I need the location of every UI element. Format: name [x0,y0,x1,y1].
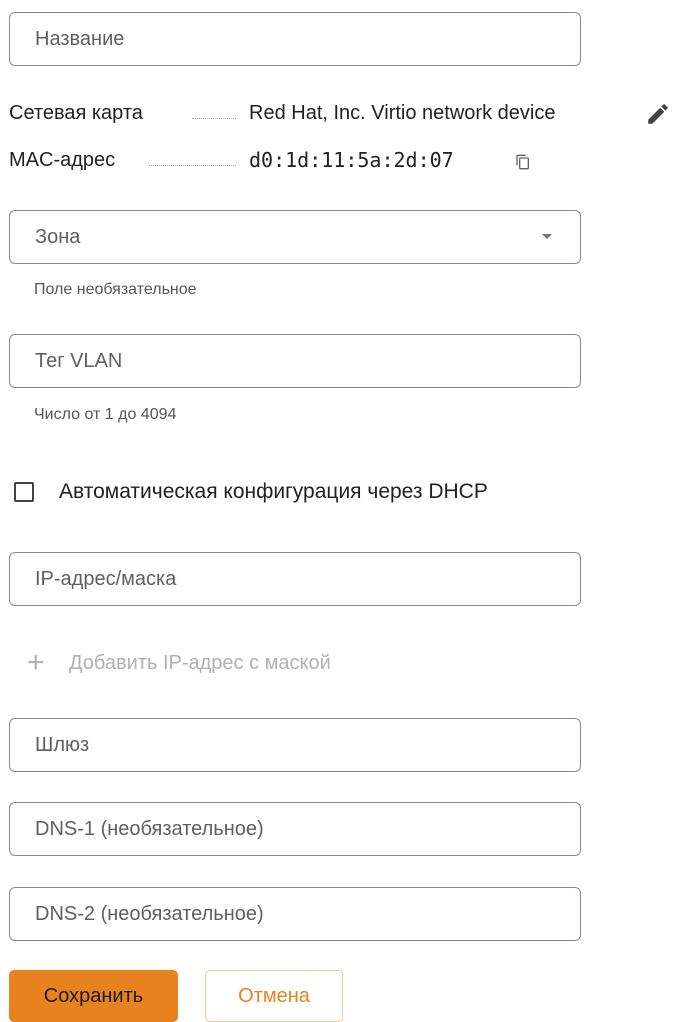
add-ip-label: Добавить IP-адрес с маской [69,652,331,674]
dhcp-checkbox-label[interactable]: Автоматическая конфигурация через DHCP [59,478,488,506]
copy-icon[interactable] [515,154,531,170]
network-card-label: Сетевая карта [9,102,143,124]
dns2-field-container [9,887,581,941]
dotted-leader [192,118,236,119]
dhcp-checkbox[interactable] [14,482,34,502]
pencil-icon[interactable] [645,101,671,127]
name-field-container [9,12,581,66]
dns1-field-container [9,802,581,856]
dhcp-checkbox-row[interactable]: Автоматическая конфигурация через DHCP [14,478,614,508]
add-ip-button[interactable]: + Добавить IP-адрес с маской [27,648,447,678]
gateway-input[interactable] [10,719,580,771]
dns2-input[interactable] [10,888,580,940]
mac-value: d0:1d:11:5a:2d:07 [249,148,454,172]
chevron-down-icon[interactable] [542,234,552,239]
cancel-button[interactable]: Отмена [205,970,343,1022]
zone-select[interactable] [9,210,581,264]
ip-mask-input[interactable] [10,553,580,605]
vlan-input[interactable] [10,335,580,387]
zone-input[interactable] [10,211,580,263]
mac-row: MAC-адрес d0:1d:11:5a:2d:07 [9,143,674,177]
zone-helper-text: Поле необязательное [34,281,197,298]
gateway-field-container [9,718,581,772]
vlan-helper-text: Число от 1 до 4094 [34,406,177,423]
network-card-row: Сетевая карта Red Hat, Inc. Virtio netwo… [9,96,674,130]
dotted-leader [149,165,236,166]
mac-label: MAC-адрес [9,149,116,171]
plus-icon: + [27,646,45,679]
name-input[interactable] [10,13,580,65]
vlan-field-container [9,334,581,388]
dns1-input[interactable] [10,803,580,855]
save-button[interactable]: Сохранить [9,970,178,1022]
network-card-value: Red Hat, Inc. Virtio network device [249,102,556,124]
ip-mask-field-container [9,552,581,606]
